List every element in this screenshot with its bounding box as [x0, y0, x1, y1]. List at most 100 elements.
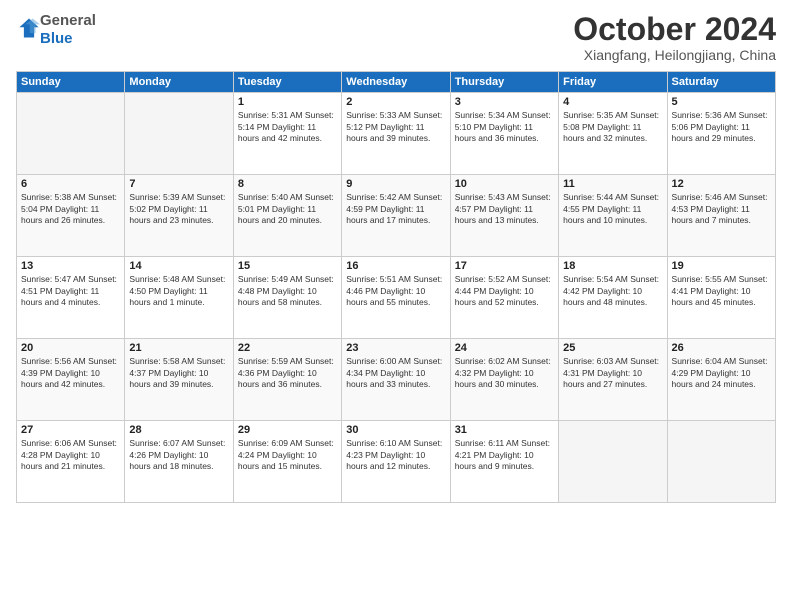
location: Xiangfang, Heilongjiang, China — [573, 47, 776, 63]
calendar-cell: 25Sunrise: 6:03 AM Sunset: 4:31 PM Dayli… — [559, 339, 667, 421]
day-info: Sunrise: 5:48 AM Sunset: 4:50 PM Dayligh… — [129, 274, 228, 308]
day-info: Sunrise: 5:42 AM Sunset: 4:59 PM Dayligh… — [346, 192, 445, 226]
calendar-week-row: 13Sunrise: 5:47 AM Sunset: 4:51 PM Dayli… — [17, 257, 776, 339]
calendar-cell: 27 Sunrise: 6:06 AM Sunset: 4:28 PM Dayli… — [17, 421, 125, 503]
calendar-cell: 4Sunrise: 5:35 AM Sunset: 5:08 PM Daylig… — [559, 93, 667, 175]
day-info: Sunrise: 6:04 AM Sunset: 4:29 PM Dayligh… — [672, 356, 771, 390]
calendar-header-row: SundayMondayTuesdayWednesdayThursdayFrid… — [17, 72, 776, 93]
calendar-cell — [667, 421, 775, 503]
day-number: 20 — [21, 342, 120, 354]
calendar-cell: 21 Sunrise: 5:58 AM Sunset: 4:37 PM Dayli… — [125, 339, 233, 421]
day-info: Sunrise: 6:07 AM Sunset: 4:26 PM Dayligh… — [129, 438, 228, 472]
calendar-cell: 22 Sunrise: 5:59 AM Sunset: 4:36 PM Dayli… — [233, 339, 341, 421]
day-number: 5 — [672, 96, 771, 108]
day-info: Sunrise: 5:59 AM Sunset: 4:36 PM Dayligh… — [238, 356, 337, 390]
day-number: 6 — [21, 178, 120, 190]
day-number: 31 — [455, 424, 554, 436]
day-info: Sunrise: 6:11 AM Sunset: 4:21 PM Dayligh… — [455, 438, 554, 472]
day-number: 18 — [563, 260, 662, 272]
calendar-cell: 15Sunrise: 5:49 AM Sunset: 4:48 PM Dayli… — [233, 257, 341, 339]
calendar-cell: 7 Sunrise: 5:39 AM Sunset: 5:02 PM Daylig… — [125, 175, 233, 257]
day-info: Sunrise: 6:10 AM Sunset: 4:23 PM Dayligh… — [346, 438, 445, 472]
calendar-week-row: 27 Sunrise: 6:06 AM Sunset: 4:28 PM Dayli… — [17, 421, 776, 503]
day-number: 9 — [346, 178, 445, 190]
calendar-cell: 8 Sunrise: 5:40 AM Sunset: 5:01 PM Daylig… — [233, 175, 341, 257]
day-info: Sunrise: 5:49 AM Sunset: 4:48 PM Dayligh… — [238, 274, 337, 308]
calendar-cell: 3 Sunrise: 5:34 AM Sunset: 5:10 PM Daylig… — [450, 93, 558, 175]
calendar-cell: 20Sunrise: 5:56 AM Sunset: 4:39 PM Dayli… — [17, 339, 125, 421]
calendar-cell: 24 Sunrise: 6:02 AM Sunset: 4:32 PM Dayli… — [450, 339, 558, 421]
day-info: Sunrise: 5:31 AM Sunset: 5:14 PM Dayligh… — [238, 110, 337, 144]
day-info: Sunrise: 5:58 AM Sunset: 4:37 PM Dayligh… — [129, 356, 228, 390]
calendar-week-row: 20Sunrise: 5:56 AM Sunset: 4:39 PM Dayli… — [17, 339, 776, 421]
calendar-cell: 31 Sunrise: 6:11 AM Sunset: 4:21 PM Dayli… — [450, 421, 558, 503]
calendar-week-row: 6 Sunrise: 5:38 AM Sunset: 5:04 PM Daylig… — [17, 175, 776, 257]
calendar-cell: 6 Sunrise: 5:38 AM Sunset: 5:04 PM Daylig… — [17, 175, 125, 257]
calendar-cell: 1 Sunrise: 5:31 AM Sunset: 5:14 PM Daylig… — [233, 93, 341, 175]
calendar-cell — [17, 93, 125, 175]
day-info: Sunrise: 5:51 AM Sunset: 4:46 PM Dayligh… — [346, 274, 445, 308]
calendar-cell: 17Sunrise: 5:52 AM Sunset: 4:44 PM Dayli… — [450, 257, 558, 339]
calendar-cell: 12Sunrise: 5:46 AM Sunset: 4:53 PM Dayli… — [667, 175, 775, 257]
calendar-cell: 23 Sunrise: 6:00 AM Sunset: 4:34 PM Dayli… — [342, 339, 450, 421]
calendar-day-header: Monday — [125, 72, 233, 93]
day-info: Sunrise: 6:02 AM Sunset: 4:32 PM Dayligh… — [455, 356, 554, 390]
day-number: 27 — [21, 424, 120, 436]
logo-general: General — [40, 12, 96, 29]
calendar-cell: 30Sunrise: 6:10 AM Sunset: 4:23 PM Dayli… — [342, 421, 450, 503]
day-info: Sunrise: 5:43 AM Sunset: 4:57 PM Dayligh… — [455, 192, 554, 226]
day-number: 1 — [238, 96, 337, 108]
calendar-cell: 26Sunrise: 6:04 AM Sunset: 4:29 PM Dayli… — [667, 339, 775, 421]
calendar-cell: 18 Sunrise: 5:54 AM Sunset: 4:42 PM Dayli… — [559, 257, 667, 339]
day-number: 2 — [346, 96, 445, 108]
day-info: Sunrise: 5:55 AM Sunset: 4:41 PM Dayligh… — [672, 274, 771, 308]
calendar-cell: 5 Sunrise: 5:36 AM Sunset: 5:06 PM Daylig… — [667, 93, 775, 175]
day-info: Sunrise: 6:03 AM Sunset: 4:31 PM Dayligh… — [563, 356, 662, 390]
logo-blue: Blue — [40, 30, 73, 47]
calendar-day-header: Sunday — [17, 72, 125, 93]
calendar-day-header: Thursday — [450, 72, 558, 93]
day-number: 3 — [455, 96, 554, 108]
day-number: 28 — [129, 424, 228, 436]
day-number: 19 — [672, 260, 771, 272]
day-info: Sunrise: 5:34 AM Sunset: 5:10 PM Dayligh… — [455, 110, 554, 144]
day-info: Sunrise: 5:54 AM Sunset: 4:42 PM Dayligh… — [563, 274, 662, 308]
calendar-day-header: Wednesday — [342, 72, 450, 93]
day-number: 8 — [238, 178, 337, 190]
calendar-week-row: 1 Sunrise: 5:31 AM Sunset: 5:14 PM Daylig… — [17, 93, 776, 175]
day-number: 11 — [563, 178, 662, 190]
day-info: Sunrise: 5:44 AM Sunset: 4:55 PM Dayligh… — [563, 192, 662, 226]
day-number: 22 — [238, 342, 337, 354]
day-info: Sunrise: 5:38 AM Sunset: 5:04 PM Dayligh… — [21, 192, 120, 226]
calendar-day-header: Saturday — [667, 72, 775, 93]
calendar-cell: 9 Sunrise: 5:42 AM Sunset: 4:59 PM Daylig… — [342, 175, 450, 257]
logo-icon — [18, 17, 40, 39]
calendar-cell: 14 Sunrise: 5:48 AM Sunset: 4:50 PM Dayli… — [125, 257, 233, 339]
calendar-day-header: Tuesday — [233, 72, 341, 93]
day-info: Sunrise: 5:47 AM Sunset: 4:51 PM Dayligh… — [21, 274, 120, 308]
day-info: Sunrise: 5:33 AM Sunset: 5:12 PM Dayligh… — [346, 110, 445, 144]
day-info: Sunrise: 5:40 AM Sunset: 5:01 PM Dayligh… — [238, 192, 337, 226]
day-number: 16 — [346, 260, 445, 272]
calendar-cell: 28 Sunrise: 6:07 AM Sunset: 4:26 PM Dayli… — [125, 421, 233, 503]
day-number: 7 — [129, 178, 228, 190]
day-number: 21 — [129, 342, 228, 354]
day-info: Sunrise: 5:36 AM Sunset: 5:06 PM Dayligh… — [672, 110, 771, 144]
calendar-cell: 11 Sunrise: 5:44 AM Sunset: 4:55 PM Dayli… — [559, 175, 667, 257]
calendar-cell: 19 Sunrise: 5:55 AM Sunset: 4:41 PM Dayli… — [667, 257, 775, 339]
day-number: 14 — [129, 260, 228, 272]
calendar-cell — [125, 93, 233, 175]
day-number: 23 — [346, 342, 445, 354]
day-info: Sunrise: 5:39 AM Sunset: 5:02 PM Dayligh… — [129, 192, 228, 226]
calendar-day-header: Friday — [559, 72, 667, 93]
page-header: General Blue October 2024 Xiangfang, Hei… — [16, 12, 776, 63]
day-info: Sunrise: 6:00 AM Sunset: 4:34 PM Dayligh… — [346, 356, 445, 390]
calendar-cell: 16 Sunrise: 5:51 AM Sunset: 4:46 PM Dayli… — [342, 257, 450, 339]
day-number: 24 — [455, 342, 554, 354]
calendar-table: SundayMondayTuesdayWednesdayThursdayFrid… — [16, 71, 776, 503]
day-info: Sunrise: 5:46 AM Sunset: 4:53 PM Dayligh… — [672, 192, 771, 226]
day-info: Sunrise: 6:06 AM Sunset: 4:28 PM Dayligh… — [21, 438, 120, 472]
logo: General Blue — [16, 12, 96, 48]
calendar-cell: 29Sunrise: 6:09 AM Sunset: 4:24 PM Dayli… — [233, 421, 341, 503]
calendar-cell: 13Sunrise: 5:47 AM Sunset: 4:51 PM Dayli… — [17, 257, 125, 339]
